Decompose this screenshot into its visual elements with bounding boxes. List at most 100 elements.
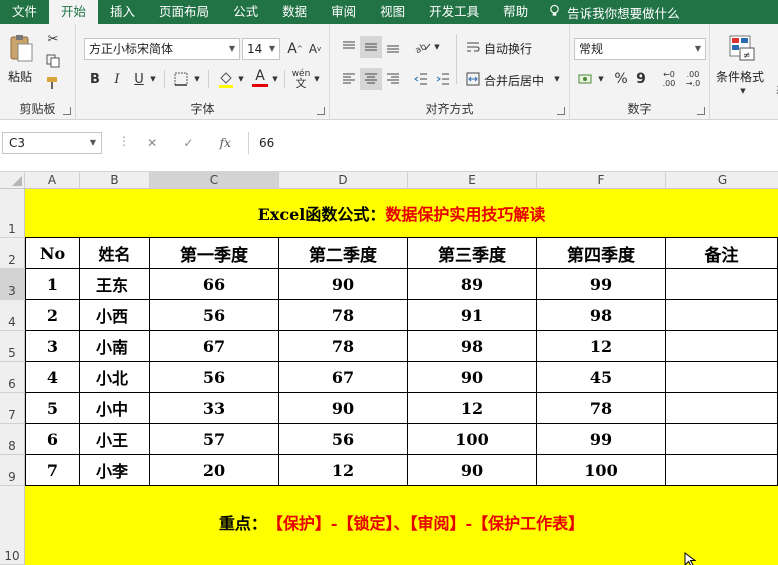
tab-page-layout[interactable]: 页面布局 [147,0,221,24]
cell-q1[interactable]: 56 [150,362,279,393]
tell-me-box[interactable]: 告诉我你想要做什么 [540,0,680,24]
header-cell-q2[interactable]: 第二季度 [279,238,408,269]
fill-color-icon[interactable] [216,68,236,90]
header-cell-no[interactable]: No [25,238,80,269]
tab-formulas[interactable]: 公式 [221,0,270,24]
cell-q1[interactable]: 66 [150,269,279,300]
cell-q3[interactable]: 12 [408,393,537,424]
row-header[interactable]: 10 [0,486,25,565]
chevron-down-icon[interactable]: ▼ [236,70,246,88]
cell-q2[interactable]: 78 [279,300,408,331]
cell-q2[interactable]: 12 [279,455,408,486]
cell-q3[interactable]: 90 [408,362,537,393]
cell-q4[interactable]: 98 [537,300,666,331]
cell-q3[interactable]: 100 [408,424,537,455]
tab-data[interactable]: 数据 [270,0,319,24]
row-header[interactable]: 8 [0,424,25,455]
cell-q2[interactable]: 90 [279,269,408,300]
cell-no[interactable]: 6 [25,424,80,455]
cell-q4[interactable]: 45 [537,362,666,393]
note-banner[interactable]: 重点： 【保护】-【锁定】、【审阅】-【保护工作表】 [25,486,778,565]
cell-no[interactable]: 7 [25,455,80,486]
row-header-selected[interactable]: 3 [0,269,25,300]
paste-icon[interactable] [6,32,36,64]
cell-no[interactable]: 1 [25,269,80,300]
bold-button[interactable]: B [86,70,104,88]
column-header[interactable]: D [279,172,408,189]
title-banner[interactable]: Excel函数公式： 数据保护实用技巧解读 [25,189,778,238]
cell-q4[interactable]: 99 [537,424,666,455]
format-painter-icon[interactable] [44,74,62,92]
align-right-icon[interactable] [382,68,404,90]
chevron-down-icon[interactable]: ▼ [738,86,748,96]
chevron-down-icon[interactable]: ▼ [596,70,606,88]
cell-q3[interactable]: 98 [408,331,537,362]
alignment-launcher-icon[interactable] [557,107,565,115]
tab-home[interactable]: 开始 [49,0,99,24]
bottom-align-icon[interactable] [382,36,404,58]
formula-bar-grip-icon[interactable]: ⋮ [118,134,130,148]
column-header[interactable]: A [25,172,80,189]
column-header[interactable]: G [666,172,778,189]
wrap-text-icon[interactable] [464,36,482,58]
cell-note[interactable] [666,393,778,424]
borders-icon[interactable] [172,70,190,88]
header-cell-note[interactable]: 备注 [666,238,778,269]
cell-q1[interactable]: 57 [150,424,279,455]
cell-note[interactable] [666,300,778,331]
cell-name[interactable]: 小南 [80,331,150,362]
italic-button[interactable]: I [108,70,126,88]
cell-q4[interactable]: 99 [537,269,666,300]
copy-icon[interactable] [44,52,62,70]
chevron-down-icon[interactable]: ▼ [552,70,562,88]
chevron-down-icon[interactable]: ▼ [432,38,442,56]
header-cell-name[interactable]: 姓名 [80,238,150,269]
enter-icon[interactable]: ✓ [183,136,193,150]
cell-note[interactable] [666,269,778,300]
align-center-icon[interactable] [360,68,382,90]
conditional-format-icon[interactable]: ≠ [726,32,758,64]
number-format-select[interactable]: 常规 ▼ [574,38,706,60]
conditional-format-button[interactable]: 条件格式 [716,68,764,85]
header-cell-q3[interactable]: 第三季度 [408,238,537,269]
tab-insert[interactable]: 插入 [98,0,147,24]
tab-review[interactable]: 审阅 [319,0,368,24]
decrease-indent-icon[interactable] [410,68,432,90]
font-name-select[interactable]: 方正小标宋简体 ▼ [84,38,240,60]
increase-decimal-icon[interactable]: ←0.00 [658,68,680,90]
accounting-format-icon[interactable] [576,70,596,88]
cell-q2[interactable]: 56 [279,424,408,455]
cell-name[interactable]: 小中 [80,393,150,424]
tab-help[interactable]: 帮助 [491,0,540,24]
tab-developer[interactable]: 开发工具 [417,0,491,24]
cell-note[interactable] [666,331,778,362]
column-header[interactable]: E [408,172,537,189]
clipboard-launcher-icon[interactable] [63,107,71,115]
cell-q1[interactable]: 33 [150,393,279,424]
font-size-select[interactable]: 14 ▼ [242,38,280,60]
chevron-down-icon[interactable]: ▼ [192,70,202,88]
cell-q2[interactable]: 90 [279,393,408,424]
cell-no[interactable]: 5 [25,393,80,424]
insert-function-icon[interactable]: fx [220,136,231,150]
cell-no[interactable]: 4 [25,362,80,393]
phonetic-icon[interactable]: wén 文 [290,68,312,90]
cell-q1[interactable]: 67 [150,331,279,362]
underline-button[interactable]: U [130,70,148,88]
cell-name[interactable]: 小李 [80,455,150,486]
wrap-text-button[interactable]: 自动换行 [484,40,532,57]
orientation-icon[interactable]: ab [412,36,434,58]
tab-file[interactable]: 文件 [0,0,49,24]
cell-q1[interactable]: 20 [150,455,279,486]
column-header[interactable]: B [80,172,150,189]
grow-font-icon[interactable]: A ^ [286,40,304,58]
cell-q1[interactable]: 56 [150,300,279,331]
worksheet-grid[interactable]: A B C D E F G 1 2 3 4 5 6 7 8 9 10 Excel… [0,172,778,565]
font-launcher-icon[interactable] [317,107,325,115]
tab-view[interactable]: 视图 [368,0,417,24]
select-all-corner[interactable] [0,172,25,189]
top-align-icon[interactable] [338,36,360,58]
cell-name[interactable]: 王东 [80,269,150,300]
number-launcher-icon[interactable] [697,107,705,115]
cell-note[interactable] [666,362,778,393]
